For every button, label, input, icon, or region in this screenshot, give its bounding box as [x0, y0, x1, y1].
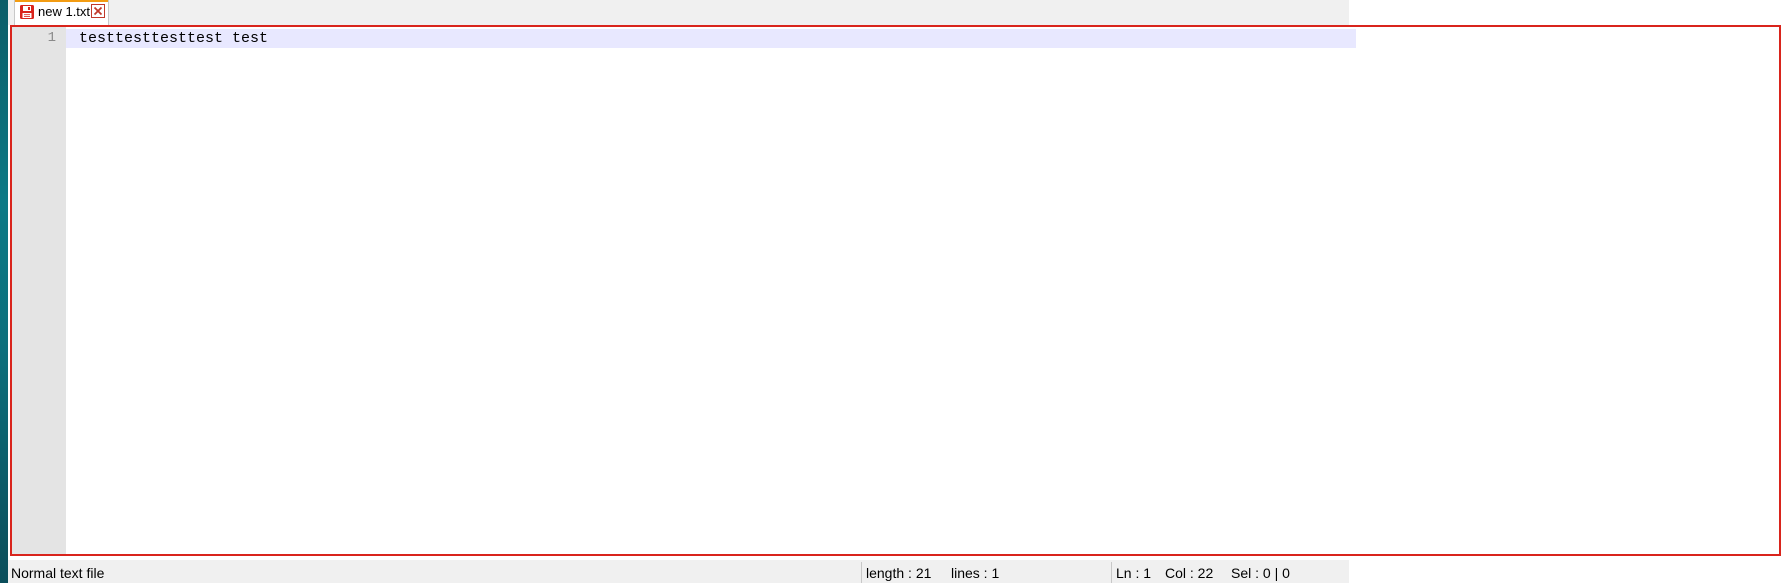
status-length: length : 21 [866, 565, 932, 581]
status-file-type: Normal text file [11, 565, 105, 581]
editor-line[interactable]: testtesttesttest test [79, 30, 268, 48]
text-editing-area[interactable]: testtesttesttest test [66, 26, 1356, 556]
status-bar: Normal text file length : 21 lines : 1 L… [8, 560, 1349, 583]
status-lines: lines : 1 [951, 565, 1000, 581]
status-divider [861, 562, 862, 583]
status-divider [1111, 562, 1112, 583]
status-sel: Sel : 0 | 0 [1231, 565, 1290, 581]
tab-label: new 1.txt [38, 4, 91, 19]
notepad-window: new 1.txt 1 testtesttesttest test Normal… [0, 0, 1792, 583]
tab-new-1-txt[interactable]: new 1.txt [14, 0, 109, 25]
active-tab-accent [15, 0, 108, 2]
status-ln: Ln : 1 [1116, 565, 1152, 581]
tab-bar: new 1.txt [8, 0, 1349, 25]
desktop-background-strip [0, 0, 8, 583]
close-icon[interactable] [91, 4, 105, 18]
save-floppy-icon [19, 4, 35, 20]
editor-pane[interactable]: 1 testtesttesttest test [11, 26, 1781, 556]
line-number: 1 [47, 30, 56, 46]
status-col: Col : 22 [1165, 565, 1214, 581]
line-number-gutter[interactable]: 1 [11, 26, 66, 556]
